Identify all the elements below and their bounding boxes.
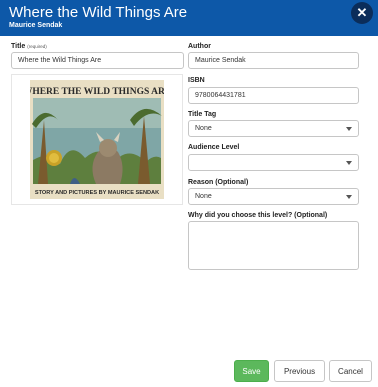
reason-value: None xyxy=(195,193,212,200)
cover-credit-text: STORY AND PICTURES BY MAURICE SENDAK xyxy=(35,190,159,196)
chevron-down-icon xyxy=(346,161,352,165)
title-label-text: Title xyxy=(11,43,26,50)
audience-level-label: Audience Level xyxy=(188,144,240,151)
author-label: Author xyxy=(188,43,211,50)
save-button[interactable]: Save xyxy=(234,360,269,382)
title-tag-label: Title Tag xyxy=(188,111,217,118)
dialog-subtitle: Maurice Sendak xyxy=(9,22,63,29)
dialog-title: Where the Wild Things Are xyxy=(9,4,188,21)
previous-button[interactable]: Previous xyxy=(274,360,325,382)
dialog-header: Where the Wild Things Are Maurice Sendak… xyxy=(0,0,378,36)
title-label: Title (required) xyxy=(11,43,47,50)
required-indicator: (required) xyxy=(27,44,47,49)
title-tag-value: None xyxy=(195,125,212,132)
why-level-textarea[interactable] xyxy=(188,221,359,270)
chevron-down-icon xyxy=(346,195,352,199)
audience-level-select[interactable] xyxy=(188,154,359,171)
isbn-input[interactable]: 9780064431781 xyxy=(188,87,359,104)
cover-title-text: WHERE THE WILD THINGS ARE xyxy=(30,87,164,97)
author-input[interactable]: Maurice Sendak xyxy=(188,52,359,69)
isbn-label: ISBN xyxy=(188,77,205,84)
book-cover-image: WHERE THE WILD THINGS ARE STORY AND PICT… xyxy=(30,80,164,199)
why-level-label: Why did you choose this level? (Optional… xyxy=(188,212,328,219)
title-tag-select[interactable]: None xyxy=(188,120,359,137)
chevron-down-icon xyxy=(346,127,352,131)
reason-select[interactable]: None xyxy=(188,188,359,205)
close-button[interactable]: ✕ xyxy=(351,2,373,24)
book-cover-art: WHERE THE WILD THINGS ARE STORY AND PICT… xyxy=(30,80,164,199)
reason-label: Reason (Optional) xyxy=(188,179,249,186)
title-input[interactable]: Where the Wild Things Are xyxy=(11,52,184,69)
cancel-button[interactable]: Cancel xyxy=(329,360,372,382)
close-icon: ✕ xyxy=(356,5,368,20)
